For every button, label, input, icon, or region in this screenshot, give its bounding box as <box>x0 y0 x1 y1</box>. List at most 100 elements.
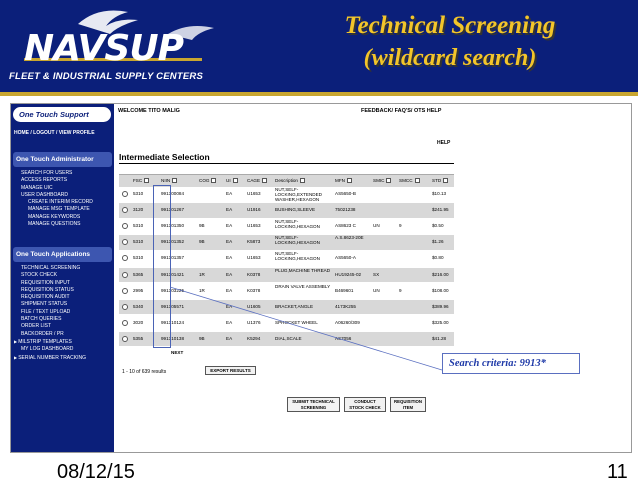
apps-item-label: BATCH QUERIES <box>21 316 62 323</box>
logo-text: NAVSUP <box>24 28 184 69</box>
table-cell: 9B <box>199 239 205 245</box>
admin-item[interactable]: USER DASHBOARD <box>21 192 93 199</box>
home-links[interactable]: HOME / LOGOUT / VIEW PROFILE <box>14 130 95 136</box>
footer-date: 08/12/15 <box>57 461 135 478</box>
admin-menu: SEARCH FOR USERS ACCESS REPORTS MANAGE UIC… <box>21 170 93 228</box>
apps-item[interactable]: ▶ MILSTRIP TEMPLATES <box>14 338 86 346</box>
sort-dropdown-icon[interactable] <box>346 178 352 184</box>
row-radio[interactable] <box>122 255 128 262</box>
table-cell: NUT,SELF-LOCKING,EXTENDED WASHER,HEXAGON <box>275 187 322 202</box>
row-radio[interactable] <box>122 303 128 310</box>
row-radio[interactable] <box>122 271 128 278</box>
column-header[interactable]: FSC <box>133 178 150 184</box>
column-header[interactable]: Description <box>275 178 305 184</box>
admin-item[interactable]: MANAGE MSG TEMPLATE <box>21 206 93 213</box>
row-radio[interactable] <box>122 335 128 342</box>
admin-item[interactable]: MANAGE KEYWORDS <box>21 214 93 221</box>
apps-item[interactable]: REQUISITION AUDIT <box>21 294 86 301</box>
column-header[interactable]: STD <box>432 178 449 184</box>
table-cell: NUT,SELF-LOCKING,HEXAGON <box>275 251 320 262</box>
sort-dropdown-icon[interactable] <box>386 178 392 184</box>
apps-item[interactable]: FILE / TEXT UPLOAD <box>21 309 86 316</box>
column-header[interactable]: SMIC <box>373 178 392 184</box>
submit-button-line1: SUBMIT TECHNICAL <box>292 399 335 404</box>
table-cell: $325.00 <box>432 319 449 325</box>
table-cell: $1.26 <box>432 239 444 245</box>
apps-item[interactable]: REQUISITION INPUT <box>21 280 86 287</box>
apps-item-label: ORDER LIST <box>21 323 52 330</box>
admin-item[interactable]: MANAGE QUESTIONS <box>21 221 93 228</box>
help-link[interactable]: HELP <box>437 140 450 146</box>
apps-item[interactable]: TECHNICAL SCREENING <box>21 265 86 272</box>
column-header-label: STD <box>432 178 442 183</box>
row-radio[interactable] <box>122 319 128 326</box>
apps-item-label: REQUISITION STATUS <box>21 286 74 293</box>
table-cell: EA <box>226 271 233 277</box>
table-cell: A06260/309 <box>335 319 360 325</box>
row-radio[interactable] <box>122 191 128 197</box>
page-number: 11 <box>607 461 628 478</box>
table-cell: $108.00 <box>432 287 449 293</box>
sort-dropdown-icon[interactable] <box>443 178 449 184</box>
header-banner: NAVSUP FLEET & INDUSTRIAL SUPPLY CENTERS… <box>0 0 638 92</box>
export-results-button[interactable]: EXPORT RESULTS <box>205 366 256 375</box>
table-cell: U1653 <box>247 223 261 229</box>
column-header-label: UI <box>226 178 231 183</box>
admin-item-label: SEARCH FOR USERS <box>21 170 73 176</box>
navsup-logo: NAVSUP <box>18 4 228 69</box>
apps-item-label: MY LOG DASHBOARD <box>21 346 74 353</box>
admin-item[interactable]: MANAGE UIC <box>21 185 93 192</box>
column-header[interactable]: CAGE <box>247 178 268 184</box>
apps-item[interactable]: BATCH QUERIES <box>21 316 86 323</box>
sort-dropdown-icon[interactable] <box>144 178 150 184</box>
table-cell: AS8623 C <box>335 223 356 229</box>
column-header-label: COG <box>199 178 210 183</box>
apps-item[interactable]: REQUISITION STATUS <box>21 287 86 294</box>
table-cell: EA <box>226 335 233 341</box>
apps-item[interactable]: BACKORDER / PR <box>21 331 86 338</box>
admin-item-label: CREATE INTERIM RECORD <box>28 199 93 206</box>
next-link[interactable]: NEXT <box>171 350 183 355</box>
table-cell: AS7056 <box>335 335 352 341</box>
table-cell: EA <box>226 255 233 261</box>
apps-section-header[interactable]: One Touch Applications <box>13 247 112 262</box>
apps-item[interactable]: ORDER LIST <box>21 323 86 330</box>
conduct-stock-check-button[interactable]: CONDUCT STOCK CHECK <box>344 397 386 412</box>
apps-item[interactable]: STOCK CHECK <box>21 272 86 279</box>
sort-dropdown-icon[interactable] <box>414 178 420 184</box>
table-cell: 9B <box>199 335 205 341</box>
left-nav: One Touch Support HOME / LOGOUT / VIEW P… <box>11 104 114 452</box>
table-cell: AS5650-B <box>335 191 356 196</box>
table-cell: B469601 <box>335 287 354 293</box>
apps-item[interactable]: MY LOG DASHBOARD <box>21 346 86 353</box>
feedback-links[interactable]: FEEDBACK/ FAQ'S/ OTS HELP <box>361 108 441 114</box>
admin-item[interactable]: SEARCH FOR USERS <box>21 170 93 177</box>
sort-dropdown-icon[interactable] <box>172 178 178 184</box>
sort-dropdown-icon[interactable] <box>262 178 268 184</box>
row-radio[interactable] <box>122 223 128 230</box>
row-radio[interactable] <box>122 207 128 214</box>
table-cell: EA <box>226 303 233 309</box>
admin-item[interactable]: CREATE INTERIM RECORD <box>21 199 93 206</box>
column-header[interactable]: MFN <box>335 178 352 184</box>
submit-technical-screening-button[interactable]: SUBMIT TECHNICAL SCREENING <box>287 397 340 412</box>
requisition-item-button[interactable]: REQUISITION ITEM <box>390 397 426 412</box>
apps-item[interactable]: SHIPMENT STATUS <box>21 301 86 308</box>
table-cell: U1605 <box>247 303 261 309</box>
admin-section-header[interactable]: One Touch Administrator <box>13 152 112 167</box>
table-cell: 75021238 <box>335 207 356 213</box>
column-header[interactable]: UI <box>226 178 238 184</box>
row-radio[interactable] <box>122 239 128 246</box>
table-cell: PLUG,MACHINE THREAD <box>275 267 331 273</box>
column-header[interactable]: NIIN <box>161 178 178 184</box>
admin-item[interactable]: ACCESS REPORTS <box>21 177 93 184</box>
sort-dropdown-icon[interactable] <box>211 178 217 184</box>
sort-dropdown-icon[interactable] <box>232 178 238 184</box>
column-header[interactable]: COG <box>199 178 217 184</box>
row-radio[interactable] <box>122 287 128 294</box>
table-cell: K0378 <box>247 271 261 277</box>
apps-item[interactable]: ▶ SERIAL NUMBER TRACKING <box>14 354 86 362</box>
sort-dropdown-icon[interactable] <box>299 178 305 184</box>
column-header[interactable]: SMCC <box>399 178 420 184</box>
table-cell: 9B <box>199 223 205 229</box>
